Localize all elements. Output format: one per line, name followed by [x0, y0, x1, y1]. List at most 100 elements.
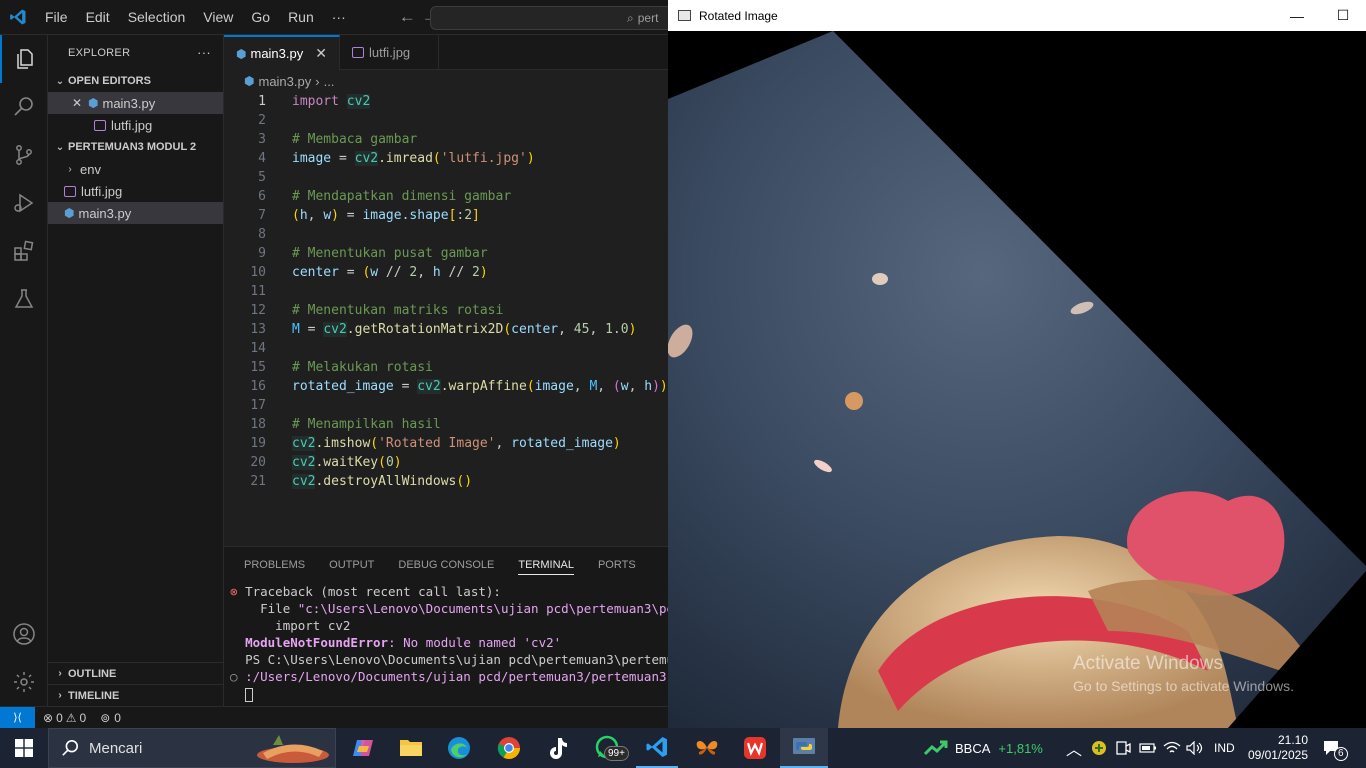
code-comment: # Menampilkan hasil [292, 417, 441, 432]
image-window-titlebar[interactable]: Rotated Image — ☐ [668, 0, 1366, 31]
chrome-icon[interactable] [488, 728, 530, 768]
back-arrow-icon[interactable]: ← [399, 7, 416, 27]
stock-widget[interactable]: BBCA +1,81% [924, 728, 1043, 768]
code-token: w [620, 379, 629, 394]
line-number: 9 [258, 246, 266, 261]
explorer-icon[interactable] [0, 35, 48, 83]
tree-item-main3[interactable]: ⬢ main3.py [48, 202, 223, 224]
tab-terminal[interactable]: TERMINAL [518, 556, 574, 575]
warning-icon[interactable]: ⚠ [66, 711, 77, 725]
start-button[interactable] [0, 728, 48, 768]
error-count[interactable]: 0 [56, 711, 63, 725]
whatsapp-icon[interactable]: 99+ [586, 728, 629, 768]
ports-count[interactable]: 0 [114, 711, 121, 725]
accounts-icon[interactable] [0, 610, 48, 658]
menu-view[interactable]: View [194, 0, 242, 35]
error-icon[interactable]: ⊗ [43, 711, 53, 725]
testing-icon[interactable] [0, 275, 48, 323]
menu-more[interactable]: ··· [323, 0, 355, 35]
code-token: cv2 [354, 151, 379, 166]
code-token: = [338, 265, 363, 280]
source-control-icon[interactable] [0, 131, 48, 179]
code-token: ) [628, 322, 637, 337]
code-token: ) [526, 151, 535, 166]
terminal[interactable]: ⊗ Traceback (most recent call last): Fil… [224, 583, 668, 702]
image-file-icon [351, 47, 364, 58]
activate-windows-watermark: Activate Windows Go to Settings to activ… [1073, 653, 1294, 694]
remote-indicator-icon[interactable]: ⟩⟨ [0, 706, 35, 728]
folder-section[interactable]: ⌄ PERTEMUAN3 MODUL 2 [48, 136, 223, 158]
clock[interactable]: 21.10 09/01/2025 [1248, 728, 1308, 768]
tab-ports[interactable]: PORTS [598, 547, 636, 583]
security-tray-icon[interactable] [1091, 728, 1107, 768]
code-line: 12 # Menentukan matriks rotasi [224, 301, 668, 320]
terminal-line: PS C:\Users\Lenovo\Documents\ujian pcd\p… [230, 651, 668, 668]
chevron-up-icon[interactable]: ︿ [1066, 728, 1082, 768]
menu-file[interactable]: File [36, 0, 77, 35]
open-editor-lutfi[interactable]: lutfi.jpg [48, 114, 223, 136]
volume-icon[interactable] [1186, 728, 1204, 768]
close-tab-icon[interactable]: ✕ [315, 45, 327, 62]
file-explorer-icon[interactable] [390, 728, 432, 768]
code-token: .shape [401, 208, 449, 223]
battery-icon[interactable] [1139, 728, 1157, 768]
butterfly-app-icon[interactable] [686, 728, 728, 768]
tree-item-label: main3.py [78, 205, 132, 221]
vscode-taskbar-icon[interactable] [636, 728, 678, 768]
open-editor-main3[interactable]: ✕ ⬢ main3.py [48, 92, 223, 114]
copilot-icon[interactable] [342, 728, 384, 768]
wps-office-icon[interactable] [734, 728, 776, 768]
code-token: rotated_image [511, 436, 613, 451]
warning-count[interactable]: 0 [80, 711, 87, 725]
code-comment: # Membaca gambar [292, 132, 418, 147]
menu-run[interactable]: Run [279, 0, 323, 35]
tab-main3[interactable]: ⬢ main3.py ✕ [224, 35, 340, 70]
code-token: ( [612, 379, 621, 394]
settings-gear-icon[interactable] [0, 658, 48, 706]
tree-item-lutfi[interactable]: lutfi.jpg [48, 180, 223, 202]
meet-tray-icon[interactable] [1115, 728, 1131, 768]
code-token: () [456, 474, 473, 489]
edge-icon[interactable] [438, 728, 480, 768]
explorer-more-button[interactable]: ··· [197, 45, 211, 60]
code-line: 10 center = (w // 2, h // 2) [224, 263, 668, 282]
python-window-taskbar-icon[interactable] [780, 728, 828, 768]
maximize-button[interactable]: ☐ [1320, 0, 1366, 31]
tiktok-icon[interactable] [536, 728, 578, 768]
breadcrumb-symbols[interactable]: ... [324, 74, 335, 89]
circle-icon: ○ [230, 669, 238, 684]
menu-edit[interactable]: Edit [77, 0, 119, 35]
code-line: 8 [224, 225, 668, 244]
code-token: cv2 [323, 322, 347, 337]
tab-problems[interactable]: PROBLEMS [244, 547, 305, 583]
breadcrumb-file[interactable]: main3.py [258, 74, 311, 89]
taskbar-search[interactable]: Mencari [48, 728, 336, 768]
menu-go[interactable]: Go [242, 0, 279, 35]
search-icon[interactable] [0, 83, 48, 131]
tab-output[interactable]: OUTPUT [329, 547, 374, 583]
outline-section[interactable]: › OUTLINE [48, 662, 224, 684]
tab-debug-console[interactable]: DEBUG CONSOLE [398, 547, 494, 583]
image-window-title: Rotated Image [699, 8, 778, 23]
code-token: // [440, 265, 473, 280]
code-editor[interactable]: 1 import cv2 2 3 # Membaca gambar 4 image =… [224, 92, 668, 491]
open-editors-section[interactable]: ⌄ OPEN EDITORS [48, 70, 223, 92]
timeline-section[interactable]: › TIMELINE [48, 684, 224, 706]
close-icon[interactable]: ✕ [72, 96, 88, 110]
ports-icon[interactable]: ⊚ [100, 711, 110, 725]
code-token: cv2 [417, 379, 441, 394]
wifi-icon[interactable] [1163, 728, 1181, 768]
tree-item-env[interactable]: › env [48, 158, 223, 180]
run-debug-icon[interactable] [0, 179, 48, 227]
menu-selection[interactable]: Selection [119, 0, 195, 35]
code-token: , [597, 379, 613, 394]
language-indicator[interactable]: IND [1214, 728, 1235, 768]
terminal-cursor-line [230, 685, 668, 702]
command-center-search[interactable]: ⌕ pert [430, 6, 668, 30]
tab-lutfi[interactable]: lutfi.jpg [340, 35, 440, 70]
extensions-icon[interactable] [0, 227, 48, 275]
code-token: cv2 [292, 436, 316, 451]
code-token: 'Rotated Image' [378, 436, 496, 451]
notification-center[interactable]: 6 [1322, 728, 1348, 768]
minimize-button[interactable]: — [1274, 0, 1320, 31]
